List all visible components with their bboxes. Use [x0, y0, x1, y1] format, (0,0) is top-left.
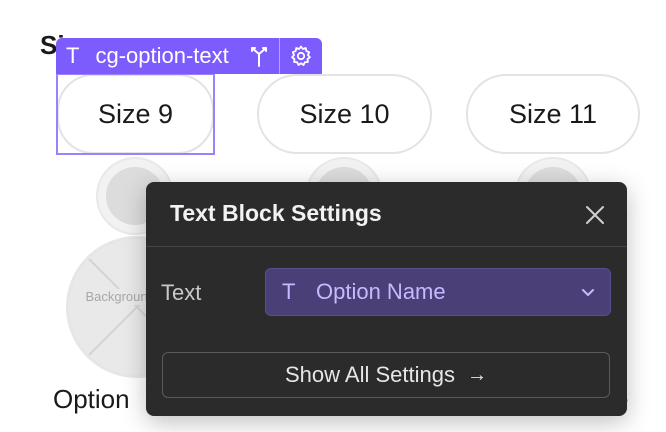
- size-option-pill[interactable]: Size 10: [257, 74, 432, 154]
- element-tag-label: cg-option-text: [95, 43, 229, 68]
- size-option-pill[interactable]: Size 11: [466, 74, 640, 154]
- pill-label[interactable]: Size 9: [98, 99, 173, 130]
- gear-icon[interactable]: [280, 38, 322, 74]
- text-type-icon: T: [66, 43, 80, 68]
- arrow-right-icon: →: [466, 363, 487, 386]
- option-caption: Option: [53, 384, 130, 414]
- pill-label[interactable]: Size 11: [509, 99, 597, 130]
- chevron-down-icon: [582, 289, 594, 296]
- show-all-label: Show All Settings: [285, 362, 455, 387]
- size-option-pill[interactable]: Size 9: [57, 74, 214, 154]
- text-type-icon: T: [282, 279, 296, 304]
- text-field-label: Text: [161, 280, 202, 305]
- pill-label[interactable]: Size 10: [299, 99, 389, 130]
- fork-icon[interactable]: [239, 38, 279, 74]
- close-icon[interactable]: [582, 202, 608, 228]
- text-block-settings-panel: Text Block Settings Text T Option Name S…: [146, 182, 627, 416]
- panel-title: Text Block Settings: [170, 200, 382, 226]
- element-tag-name[interactable]: T cg-option-text: [56, 38, 239, 74]
- show-all-settings-button[interactable]: Show All Settings →: [162, 352, 610, 398]
- selected-value: Option Name: [316, 279, 446, 304]
- text-source-select[interactable]: T Option Name: [265, 268, 611, 316]
- panel-divider: [146, 246, 627, 247]
- element-tag[interactable]: T cg-option-text: [56, 38, 322, 74]
